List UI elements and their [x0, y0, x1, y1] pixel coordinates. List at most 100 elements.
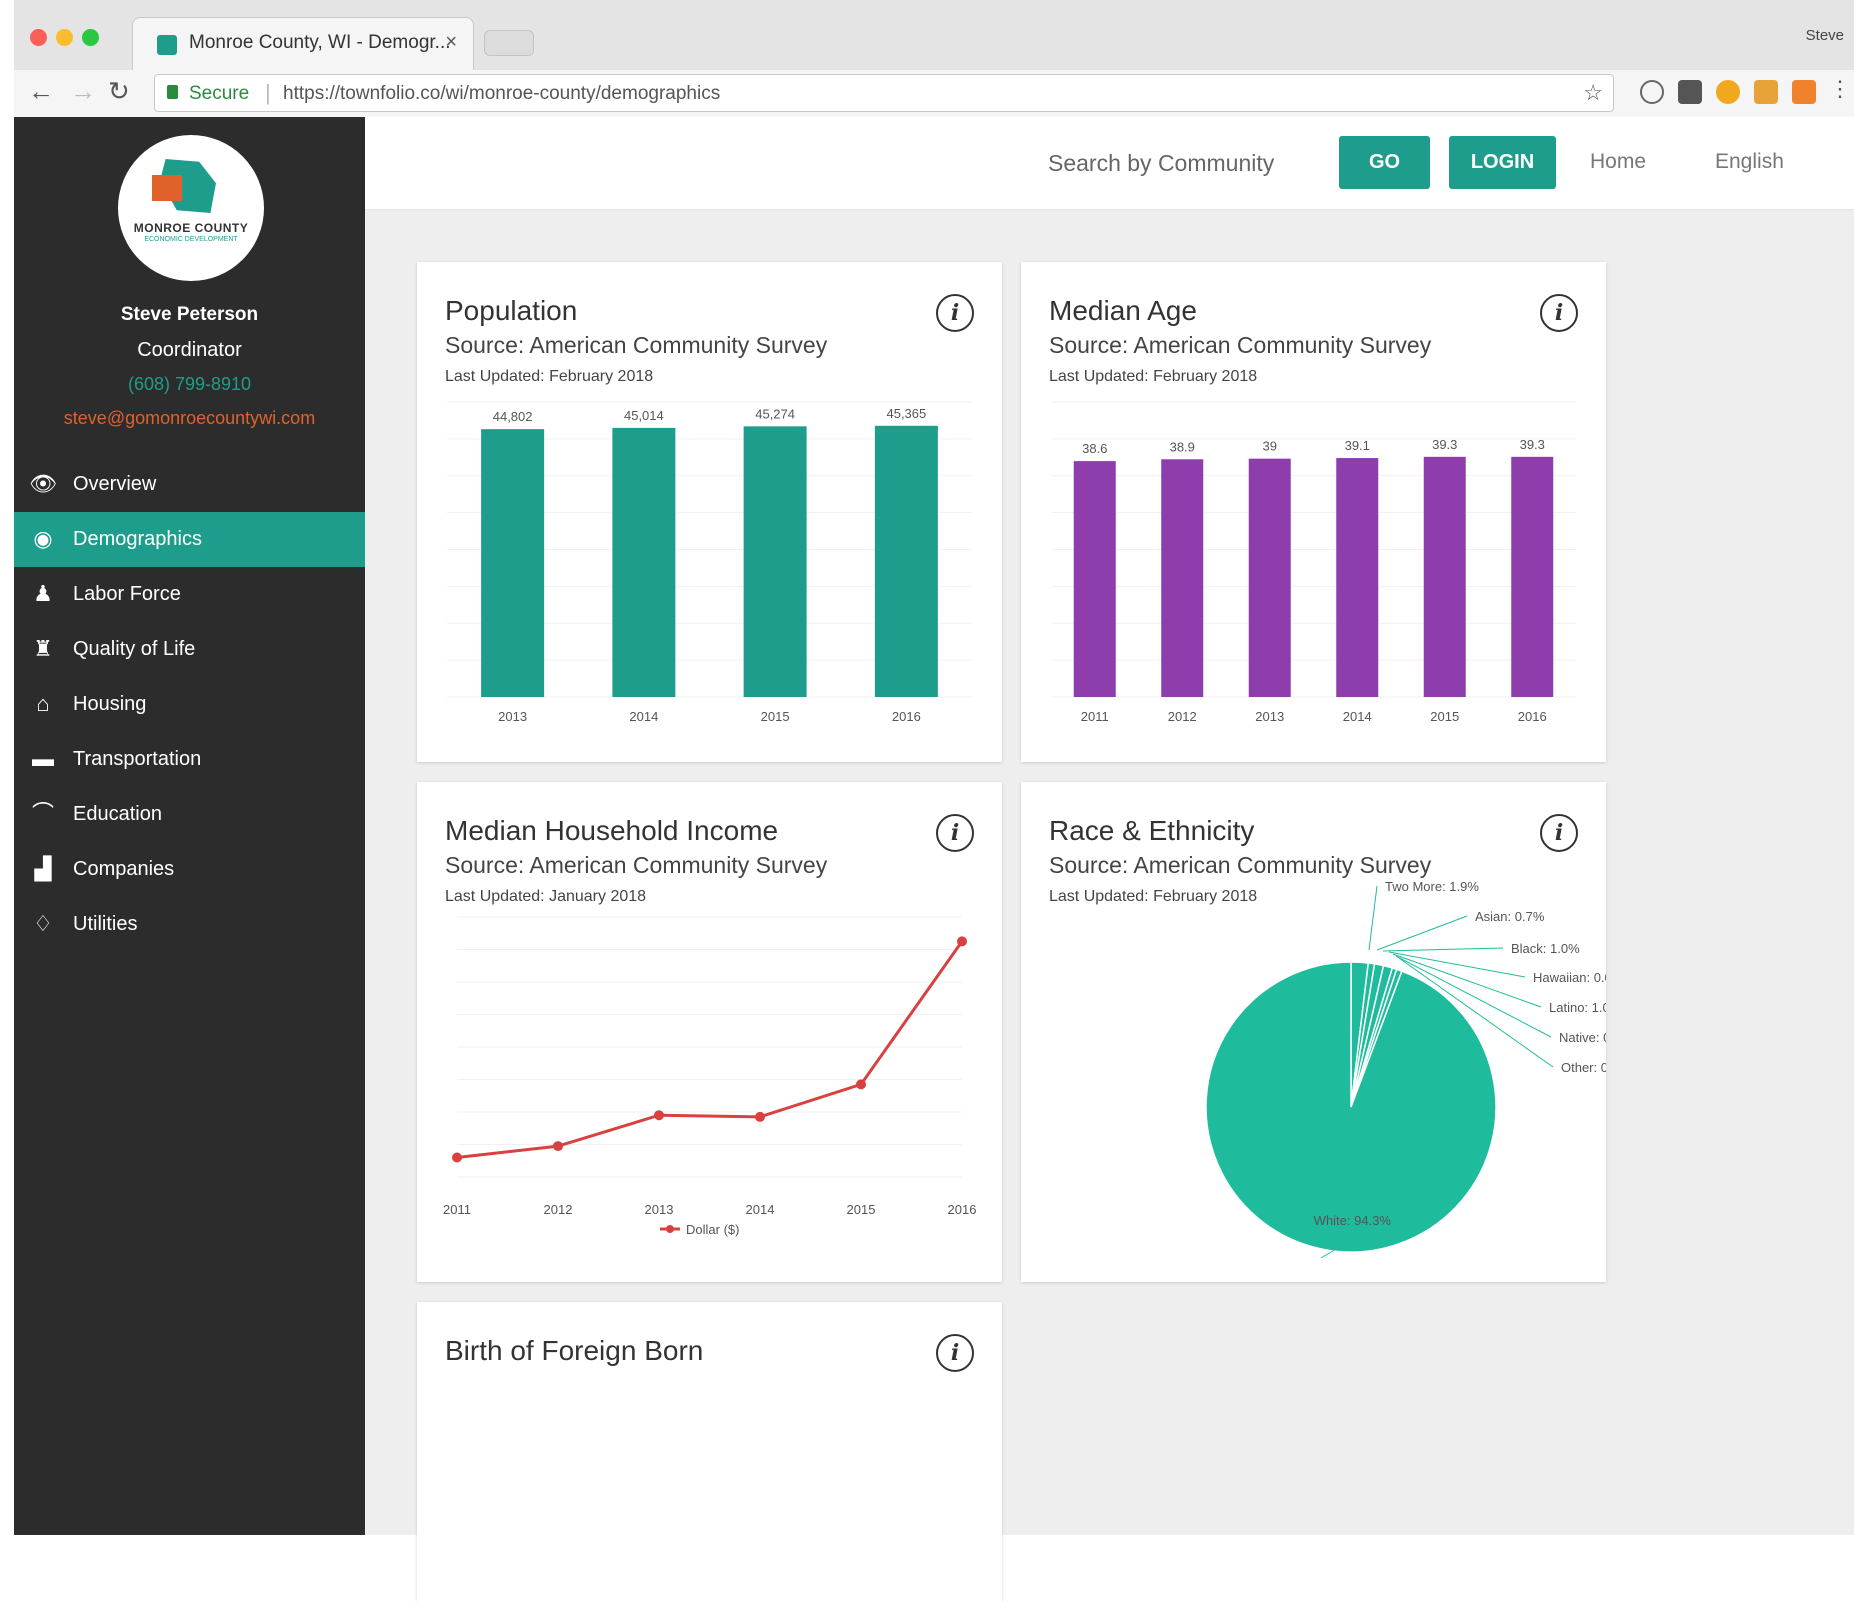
url-separator: |	[265, 80, 271, 105]
new-tab-button[interactable]	[484, 30, 534, 56]
data-point	[654, 1110, 664, 1121]
pie-label: Hawaiian: 0.0%	[1533, 970, 1606, 985]
income-line-chart: 2011 2012 2013 2014 2015 2016 Dollar ($)	[443, 916, 977, 1237]
address-bar[interactable]: Secure | https://townfolio.co/wi/monroe-…	[154, 74, 1614, 112]
x-tick-label: 2014	[629, 709, 658, 724]
search-community-input[interactable]: Search by Community	[1048, 150, 1274, 177]
forward-arrow-icon[interactable]: →	[70, 76, 96, 107]
x-tick-label: 2015	[847, 1202, 876, 1217]
pie-label: Asian: 0.7%	[1475, 909, 1545, 924]
bar-value-label: 45,365	[886, 406, 926, 421]
logo-text: MONROE COUNTY	[133, 221, 249, 235]
sidebar-item-label: Utilities	[73, 913, 138, 935]
window-close-button[interactable]	[30, 29, 47, 46]
x-tick-label: 2016	[892, 709, 921, 724]
globe-icon: ◉	[33, 526, 53, 551]
browser-tab[interactable]: Monroe County, WI - Demogr... ×	[132, 17, 474, 70]
x-tick-label: 2014	[746, 1202, 775, 1217]
bar	[612, 427, 676, 697]
data-point	[553, 1141, 563, 1152]
tab-close-icon[interactable]: ×	[445, 31, 457, 54]
pie-label: Black: 1.0%	[1511, 941, 1580, 956]
bar-value-label: 39.3	[1520, 437, 1545, 452]
sidebar-item-transportation[interactable]: ▬ Transportation	[14, 732, 365, 787]
contact-phone[interactable]: (608) 799-8910	[14, 374, 365, 395]
bar-value-label: 38.9	[1170, 439, 1195, 454]
x-tick-label: 2016	[1518, 709, 1547, 724]
login-button[interactable]: LOGIN	[1449, 136, 1556, 189]
pie-label: Latino: 1.0%	[1549, 1000, 1606, 1015]
sidebar-item-education[interactable]: ⌒ Education	[14, 787, 365, 842]
lightbulb-icon: ♢	[33, 911, 53, 936]
eye-icon: 👁	[29, 471, 57, 496]
tab-title: Monroe County, WI - Demogr...	[189, 32, 451, 53]
x-tick-label: 2016	[948, 1202, 977, 1217]
sidebar-nav: 👁 Overview ◉ Demographics ♟ Labor Force ♜ Quali…	[14, 457, 365, 952]
x-tick-label: 2013	[645, 1202, 674, 1217]
x-tick-label: 2015	[1430, 709, 1459, 724]
sidebar-item-housing[interactable]: ⌂ Housing	[14, 677, 365, 732]
browser-profile[interactable]: Steve	[1806, 27, 1844, 44]
home-link[interactable]: Home	[1590, 150, 1646, 174]
legend-marker	[666, 1225, 674, 1233]
pie-leader-line	[1388, 951, 1526, 978]
language-link[interactable]: English	[1715, 150, 1784, 174]
browser-chrome: Monroe County, WI - Demogr... × Steve ← …	[14, 0, 1854, 117]
sidebar-item-quality-of-life[interactable]: ♜ Quality of Life	[14, 622, 365, 677]
extension-1password-icon[interactable]	[1640, 80, 1664, 104]
sidebar-item-labor-force[interactable]: ♟ Labor Force	[14, 567, 365, 622]
factory-icon: ▟	[34, 856, 52, 881]
window-minimize-button[interactable]	[56, 29, 73, 46]
bar	[1511, 456, 1554, 697]
extension-bolt-icon[interactable]	[1792, 80, 1816, 104]
bar-value-label: 39.3	[1432, 437, 1457, 452]
url-text[interactable]: https://townfolio.co/wi/monroe-county/de…	[283, 83, 720, 105]
menu-dots-icon[interactable]: ⋮	[1829, 76, 1851, 102]
sidebar-item-overview[interactable]: 👁 Overview	[14, 457, 365, 512]
race-card: Race & Ethnicity Source: American Commun…	[1021, 782, 1606, 1282]
info-icon[interactable]: i	[936, 1334, 974, 1372]
bar	[1073, 461, 1116, 697]
bar	[743, 426, 807, 697]
pie-slice	[1205, 961, 1497, 1253]
logo-subtext: ECONOMIC DEVELOPMENT	[144, 236, 238, 243]
sidebar-item-label: Labor Force	[73, 583, 181, 605]
x-tick-label: 2012	[544, 1202, 573, 1217]
bar-value-label: 38.6	[1082, 441, 1107, 456]
extension-pocket-icon[interactable]	[1678, 80, 1702, 104]
sidebar-item-companies[interactable]: ▟ Companies	[14, 842, 365, 897]
x-tick-label: 2011	[1081, 709, 1109, 724]
go-button[interactable]: GO	[1339, 136, 1430, 189]
data-point	[856, 1079, 866, 1090]
card-title: Birth of Foreign Born	[445, 1335, 704, 1366]
extension-play-icon[interactable]	[1716, 80, 1740, 104]
window-maximize-button[interactable]	[82, 29, 99, 46]
pie-label: Two More: 1.9%	[1385, 879, 1479, 894]
tab-bar: Monroe County, WI - Demogr... × Steve	[14, 0, 1854, 70]
secure-label: Secure	[189, 83, 250, 104]
county-logo[interactable]: MONROE COUNTY ECONOMIC DEVELOPMENT	[118, 135, 264, 281]
sidebar-item-label: Education	[73, 803, 162, 825]
bar	[1248, 458, 1291, 697]
contact-role: Coordinator	[137, 339, 242, 361]
extension-puzzle-icon[interactable]	[1754, 80, 1778, 104]
x-tick-label: 2015	[761, 709, 790, 724]
sidebar-item-demographics[interactable]: ◉ Demographics	[14, 512, 365, 567]
population-bar-chart: 44,802 2013 45,014 2014 45,274 2015 45,365 2016	[447, 401, 972, 724]
house-icon: ⌂	[36, 691, 50, 716]
bookmark-star-icon[interactable]: ☆	[1583, 80, 1603, 106]
reload-icon[interactable]: ↻	[108, 76, 130, 107]
contact-email[interactable]: steve@gomonroecountywi.com	[14, 408, 365, 429]
back-arrow-icon[interactable]: ←	[28, 76, 54, 107]
sidebar-item-utilities[interactable]: ♢ Utilities	[14, 897, 365, 952]
pie-leader-line	[1382, 947, 1504, 952]
income-line	[456, 940, 964, 1159]
family-icon: ♜	[33, 636, 53, 661]
pie-leader-line	[1376, 915, 1468, 951]
foreign-born-card: Birth of Foreign Born i	[417, 1302, 1002, 1602]
x-tick-label: 2013	[1255, 709, 1284, 724]
pie-label: White: 94.3%	[1314, 1213, 1392, 1228]
bar-value-label: 45,274	[755, 406, 795, 421]
x-tick-label: 2011	[443, 1202, 471, 1217]
race-pie-chart: White: 94.3% Two More: 1.9% Asian: 0.7% Bla…	[1205, 879, 1606, 1259]
